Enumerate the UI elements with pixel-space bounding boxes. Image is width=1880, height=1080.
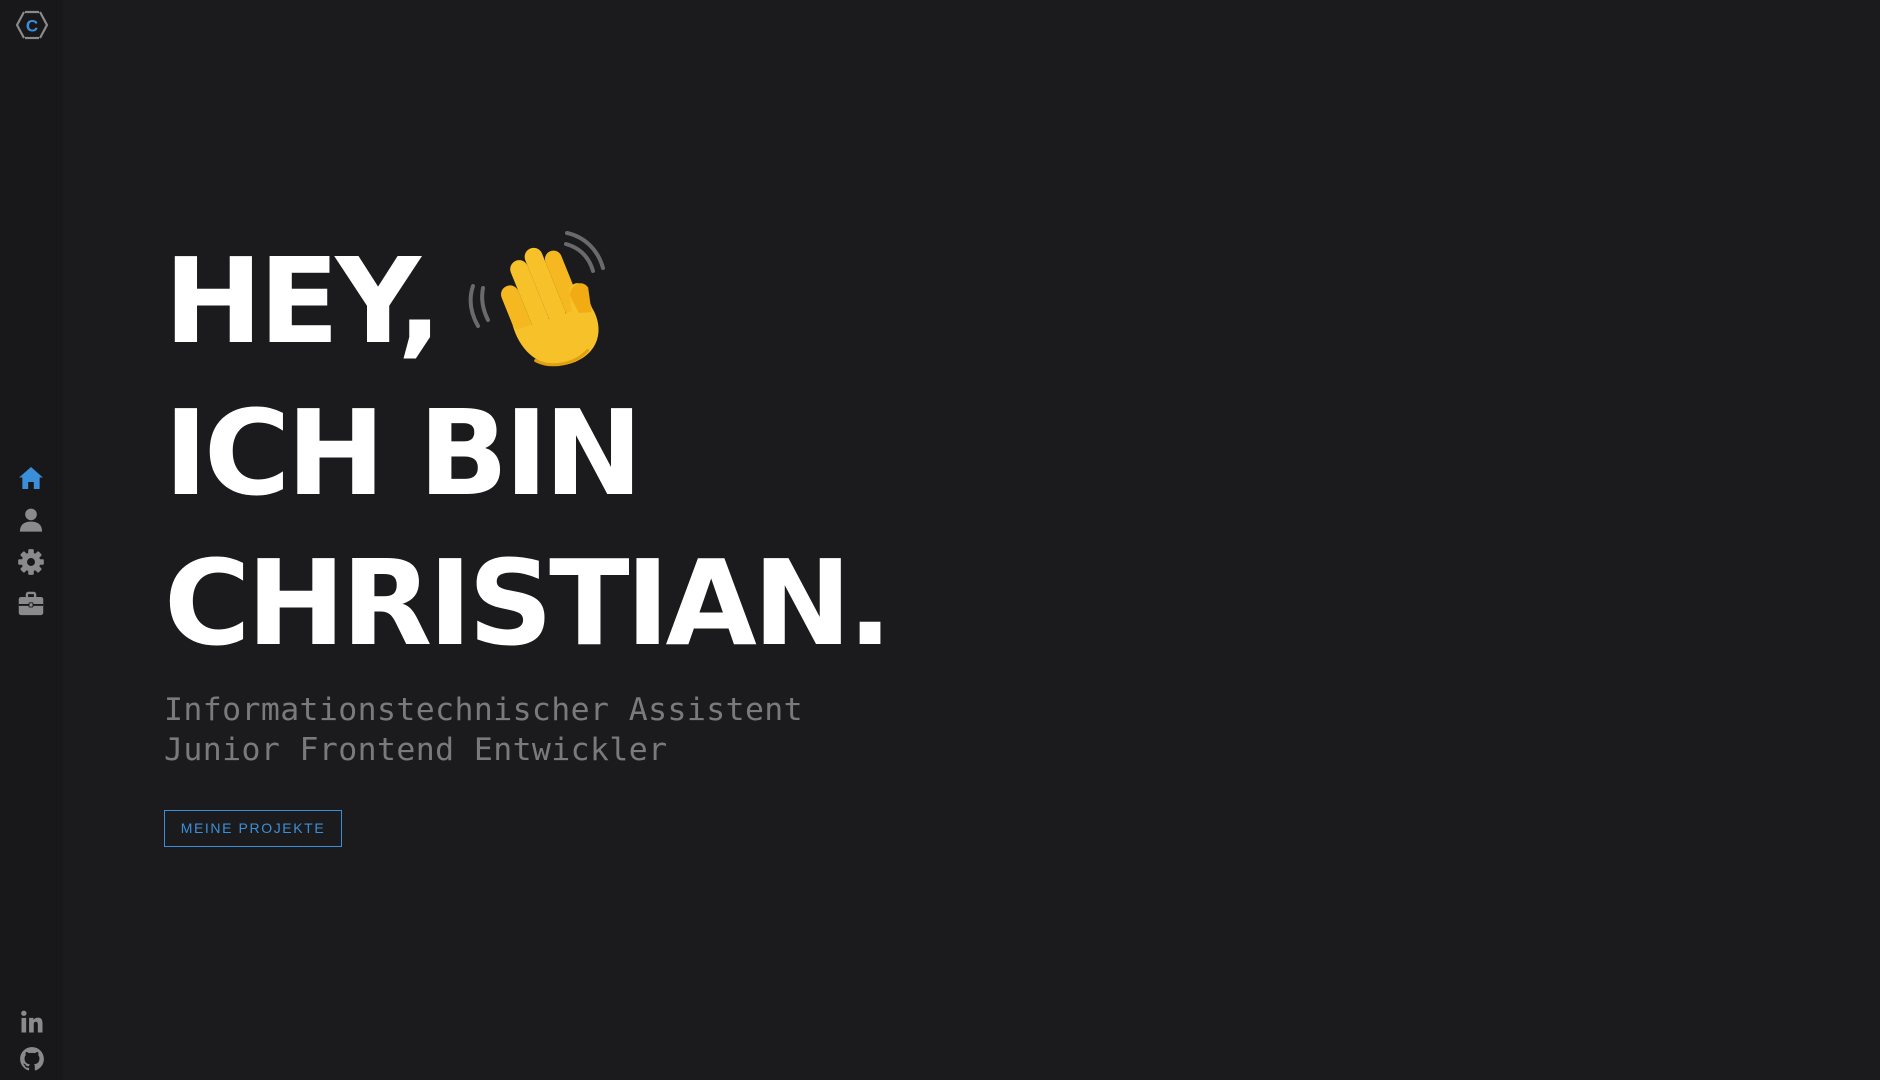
social-linkedin-link[interactable]: [18, 1008, 46, 1036]
my-projects-button[interactable]: MEINE PROJEKTE: [164, 810, 342, 847]
headline-line-1: HEY,: [164, 226, 888, 378]
linkedin-icon: [21, 1010, 43, 1033]
github-icon: [20, 1047, 44, 1071]
sidebar-nav: [17, 464, 47, 632]
waving-hand-icon: [468, 231, 606, 367]
nav-item-home[interactable]: [17, 464, 47, 494]
logo-letter: C: [26, 17, 38, 36]
user-icon: [19, 508, 43, 532]
headline-line-2: ICH BIN: [164, 384, 643, 522]
social-links: [18, 1008, 48, 1080]
gear-icon: [18, 549, 44, 575]
logo[interactable]: C: [13, 8, 51, 42]
hero: HEY, ICH BIN CHRISTIAN.: [164, 226, 892, 678]
nav-item-skills[interactable]: [17, 548, 47, 578]
hero-headline: HEY, ICH BIN CHRISTIAN.: [164, 226, 892, 678]
social-github-link[interactable]: [18, 1045, 46, 1073]
home-icon: [19, 467, 43, 489]
nav-item-projects[interactable]: [17, 590, 47, 620]
hero-subtitle: Informationstechnischer Assistent Junior…: [164, 690, 803, 770]
headline-line-3: CHRISTIAN.: [164, 534, 892, 672]
sidebar: C: [0, 0, 63, 1080]
briefcase-icon: [18, 591, 44, 616]
subtitle-line-1: Informationstechnischer Assistent: [164, 692, 804, 728]
subtitle-line-2: Junior Frontend Entwickler: [164, 732, 668, 768]
nav-item-about[interactable]: [17, 506, 47, 536]
headline-greeting: HEY,: [164, 232, 442, 370]
logo-hexagon-icon: C: [15, 10, 49, 40]
